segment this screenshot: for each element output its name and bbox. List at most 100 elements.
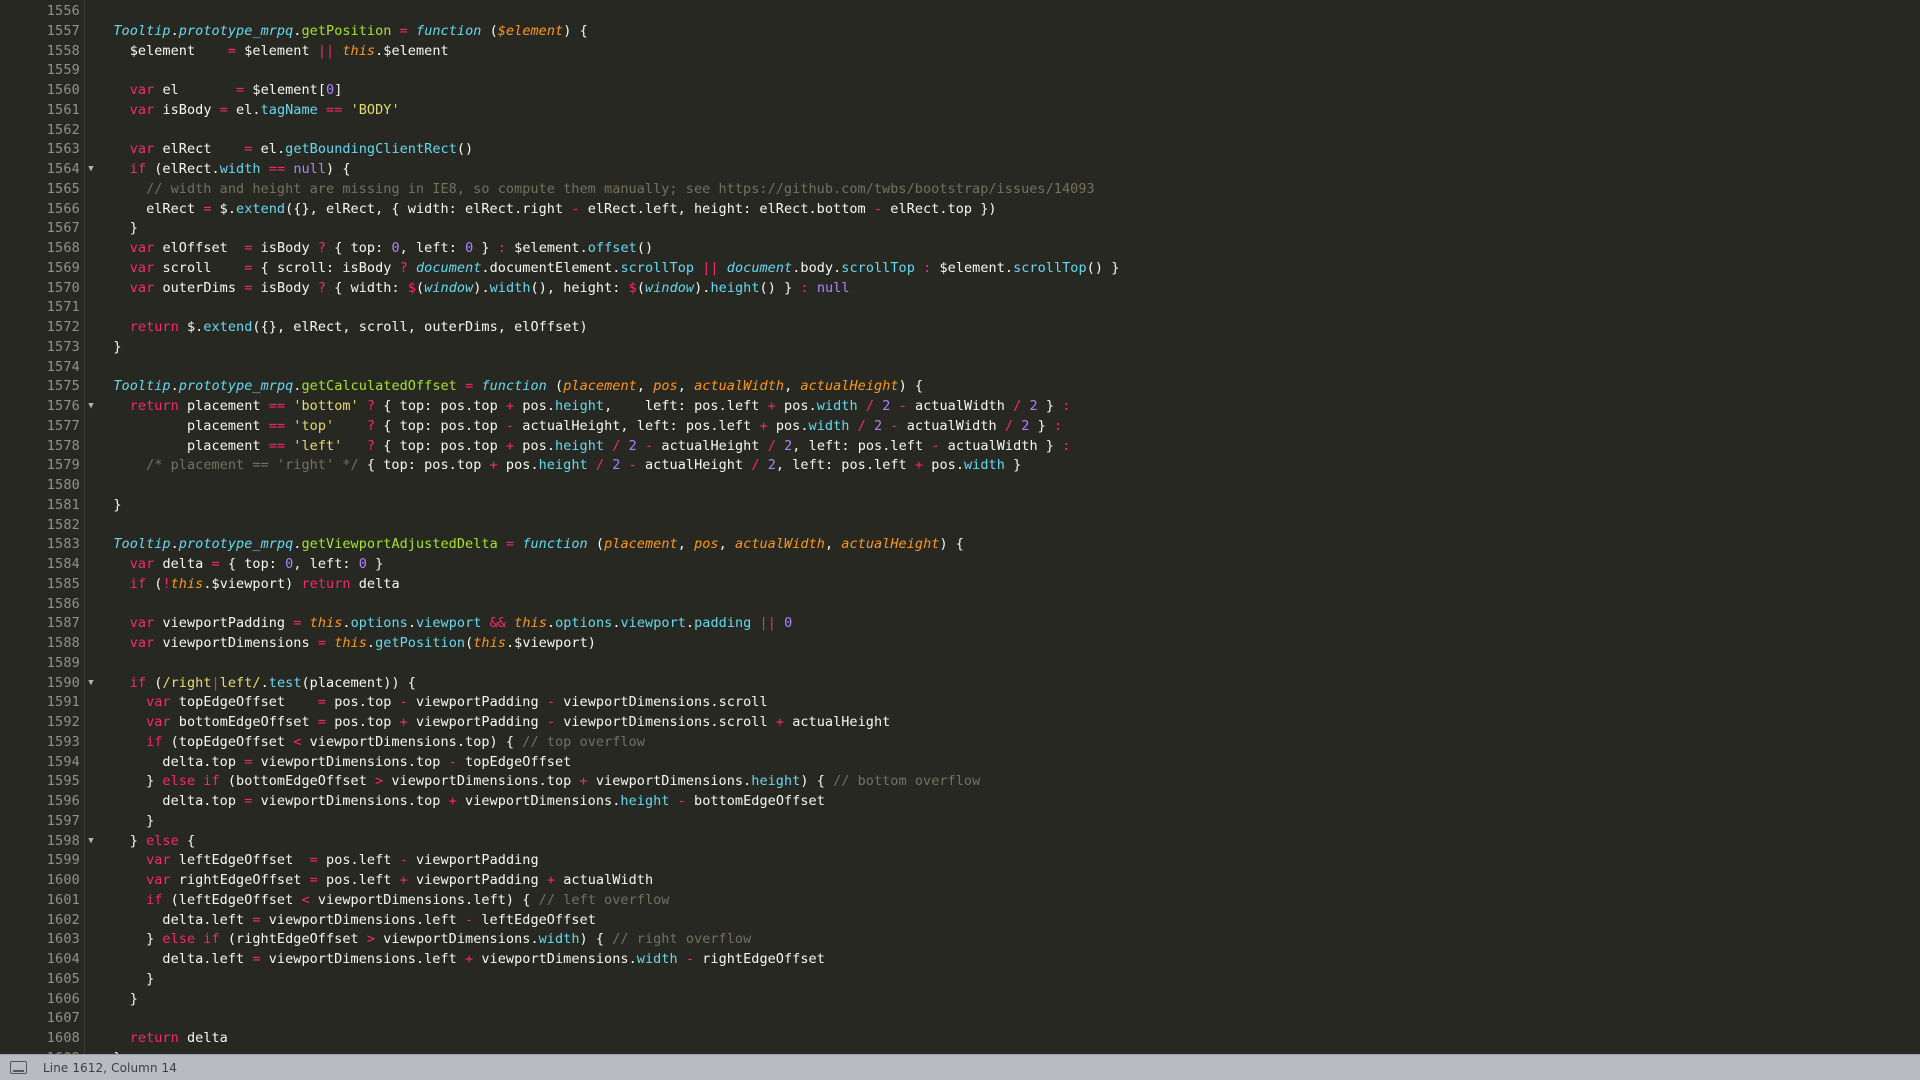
code-line[interactable]: Tooltip.prototype_mrpq.getPosition = fun… — [97, 22, 1920, 42]
code-line[interactable]: var viewportPadding = this.options.viewp… — [97, 614, 1920, 634]
code-line[interactable]: Tooltip.prototype_mrpq.getCalculatedOffs… — [97, 377, 1920, 397]
code-line[interactable]: } — [97, 496, 1920, 516]
code-token: + — [914, 457, 924, 474]
code-token: () } — [1086, 259, 1120, 276]
code-token: placement — [604, 536, 678, 553]
code-line[interactable] — [97, 358, 1920, 378]
code-line[interactable]: } — [97, 1049, 1920, 1054]
code-token: - — [465, 911, 474, 928]
code-line[interactable]: var elRect = el.getBoundingClientRect() — [97, 140, 1920, 160]
code-line[interactable]: var el = $element[0] — [97, 81, 1920, 101]
code-token: . — [170, 536, 179, 553]
code-line[interactable]: return $.extend({}, elRect, scroll, oute… — [97, 318, 1920, 338]
code-token: // left overflow — [538, 891, 670, 908]
code-line[interactable]: elRect = $.extend({}, elRect, { width: e… — [97, 200, 1920, 220]
code-token: elRect — [97, 200, 204, 217]
code-line[interactable]: $element = $element || this.$element — [97, 42, 1920, 62]
code-token: + — [775, 714, 785, 730]
code-line[interactable]: delta.top = viewportDimensions.top - top… — [97, 753, 1920, 773]
code-line[interactable]: return delta — [97, 1029, 1920, 1049]
code-token: ). — [694, 279, 711, 296]
code-line[interactable] — [97, 298, 1920, 318]
code-content[interactable]: Tooltip.prototype_mrpq.getPosition = fun… — [85, 0, 1920, 1054]
code-line[interactable] — [97, 595, 1920, 615]
line-number: 1576 ▼ — [0, 397, 94, 417]
code-line[interactable]: var topEdgeOffset = pos.top - viewportPa… — [97, 693, 1920, 713]
code-line[interactable]: var isBody = el.tagName == 'BODY' — [97, 101, 1920, 121]
code-line[interactable]: if (!this.$viewport) return delta — [97, 575, 1920, 595]
code-line[interactable]: if (topEdgeOffset < viewportDimensions.t… — [97, 733, 1920, 753]
code-token: scrollTop — [620, 259, 695, 276]
code-token: = — [252, 911, 269, 928]
code-token: el. — [260, 141, 286, 158]
code-token: - — [546, 694, 556, 711]
code-token: / — [751, 457, 760, 474]
code-token: if — [146, 891, 163, 908]
code-line[interactable]: delta.left = viewportDimensions.left - l… — [97, 911, 1920, 931]
code-line[interactable]: // width and height are missing in IE8, … — [97, 180, 1920, 200]
code-token: $element. — [931, 259, 1014, 276]
code-line[interactable]: var viewportDimensions = this.getPositio… — [97, 634, 1920, 654]
code-line[interactable]: var outerDims = isBody ? { width: $(wind… — [97, 279, 1920, 299]
code-line[interactable]: var bottomEdgeOffset = pos.top + viewpor… — [97, 713, 1920, 733]
code-line[interactable] — [97, 654, 1920, 674]
code-token: isBody — [154, 101, 220, 118]
code-line[interactable]: placement == 'top' ? { top: pos.top - ac… — [97, 417, 1920, 437]
code-line[interactable] — [97, 61, 1920, 81]
code-line[interactable]: } — [97, 970, 1920, 990]
line-number: 1588 — [46, 635, 80, 651]
code-line[interactable]: } else { — [97, 832, 1920, 852]
line-number: 1609 — [0, 1049, 84, 1054]
code-line[interactable]: var rightEdgeOffset = pos.left + viewpor… — [97, 871, 1920, 891]
code-token: == — [326, 101, 343, 118]
code-token: , left: — [399, 240, 466, 256]
code-line[interactable]: var delta = { top: 0, left: 0 } — [97, 555, 1920, 575]
code-line[interactable]: } else if (rightEdgeOffset > viewportDim… — [97, 930, 1920, 950]
code-token: viewportDimensions. — [473, 951, 637, 967]
code-token: - — [685, 951, 695, 967]
line-number: 1606 — [46, 990, 80, 1007]
code-line[interactable]: delta.left = viewportDimensions.left + v… — [97, 950, 1920, 970]
code-token: ) { — [579, 931, 613, 948]
code-line[interactable] — [97, 121, 1920, 141]
code-token: ? — [366, 437, 376, 454]
code-token: = — [309, 872, 327, 888]
code-line[interactable] — [97, 2, 1920, 22]
code-token: - — [931, 437, 940, 454]
code-token: . — [546, 615, 556, 632]
code-line[interactable]: /* placement == 'right' */ { top: pos.to… — [97, 456, 1920, 476]
code-line[interactable]: var leftEdgeOffset = pos.left - viewport… — [97, 851, 1920, 871]
line-number: 1586 — [46, 595, 80, 612]
code-line[interactable] — [97, 1009, 1920, 1029]
code-token: . — [366, 635, 376, 651]
code-editor-area[interactable]: 1556 1557 1558 1559 1560 1561 1562 1563 1564 ▼ 156… — [0, 0, 1920, 1054]
code-line[interactable]: if (/right|left/.test(placement)) { — [97, 674, 1920, 694]
code-token: || — [759, 615, 776, 632]
code-line[interactable]: if (elRect.width == null) { — [97, 160, 1920, 180]
code-line[interactable]: delta.top = viewportDimensions.top + vie… — [97, 792, 1920, 812]
code-token: viewportPadding — [407, 694, 547, 711]
code-line[interactable]: Tooltip.prototype_mrpq.getViewportAdjust… — [97, 535, 1920, 555]
code-line[interactable]: } — [97, 990, 1920, 1010]
code-line[interactable]: var elOffset = isBody ? { top: 0, left: … — [97, 239, 1920, 259]
code-line[interactable]: } else if (bottomEdgeOffset > viewportDi… — [97, 772, 1920, 792]
code-token: // right overflow — [612, 931, 752, 948]
code-line[interactable]: } — [97, 219, 1920, 239]
code-line[interactable] — [97, 476, 1920, 496]
code-line[interactable]: if (leftEdgeOffset < viewportDimensions.… — [97, 891, 1920, 911]
code-token: topEdgeOffset — [456, 753, 572, 770]
code-token: rightEdgeOffset — [170, 872, 310, 888]
code-line[interactable]: return placement == 'bottom' ? { top: po… — [97, 397, 1920, 417]
code-token: + — [399, 872, 408, 888]
code-line[interactable]: } — [97, 812, 1920, 832]
code-line[interactable]: } — [97, 338, 1920, 358]
code-line[interactable] — [97, 516, 1920, 536]
code-line[interactable]: placement == 'left' ? { top: pos.top + p… — [97, 437, 1920, 457]
code-line[interactable]: var scroll = { scroll: isBody ? document… — [97, 259, 1920, 279]
